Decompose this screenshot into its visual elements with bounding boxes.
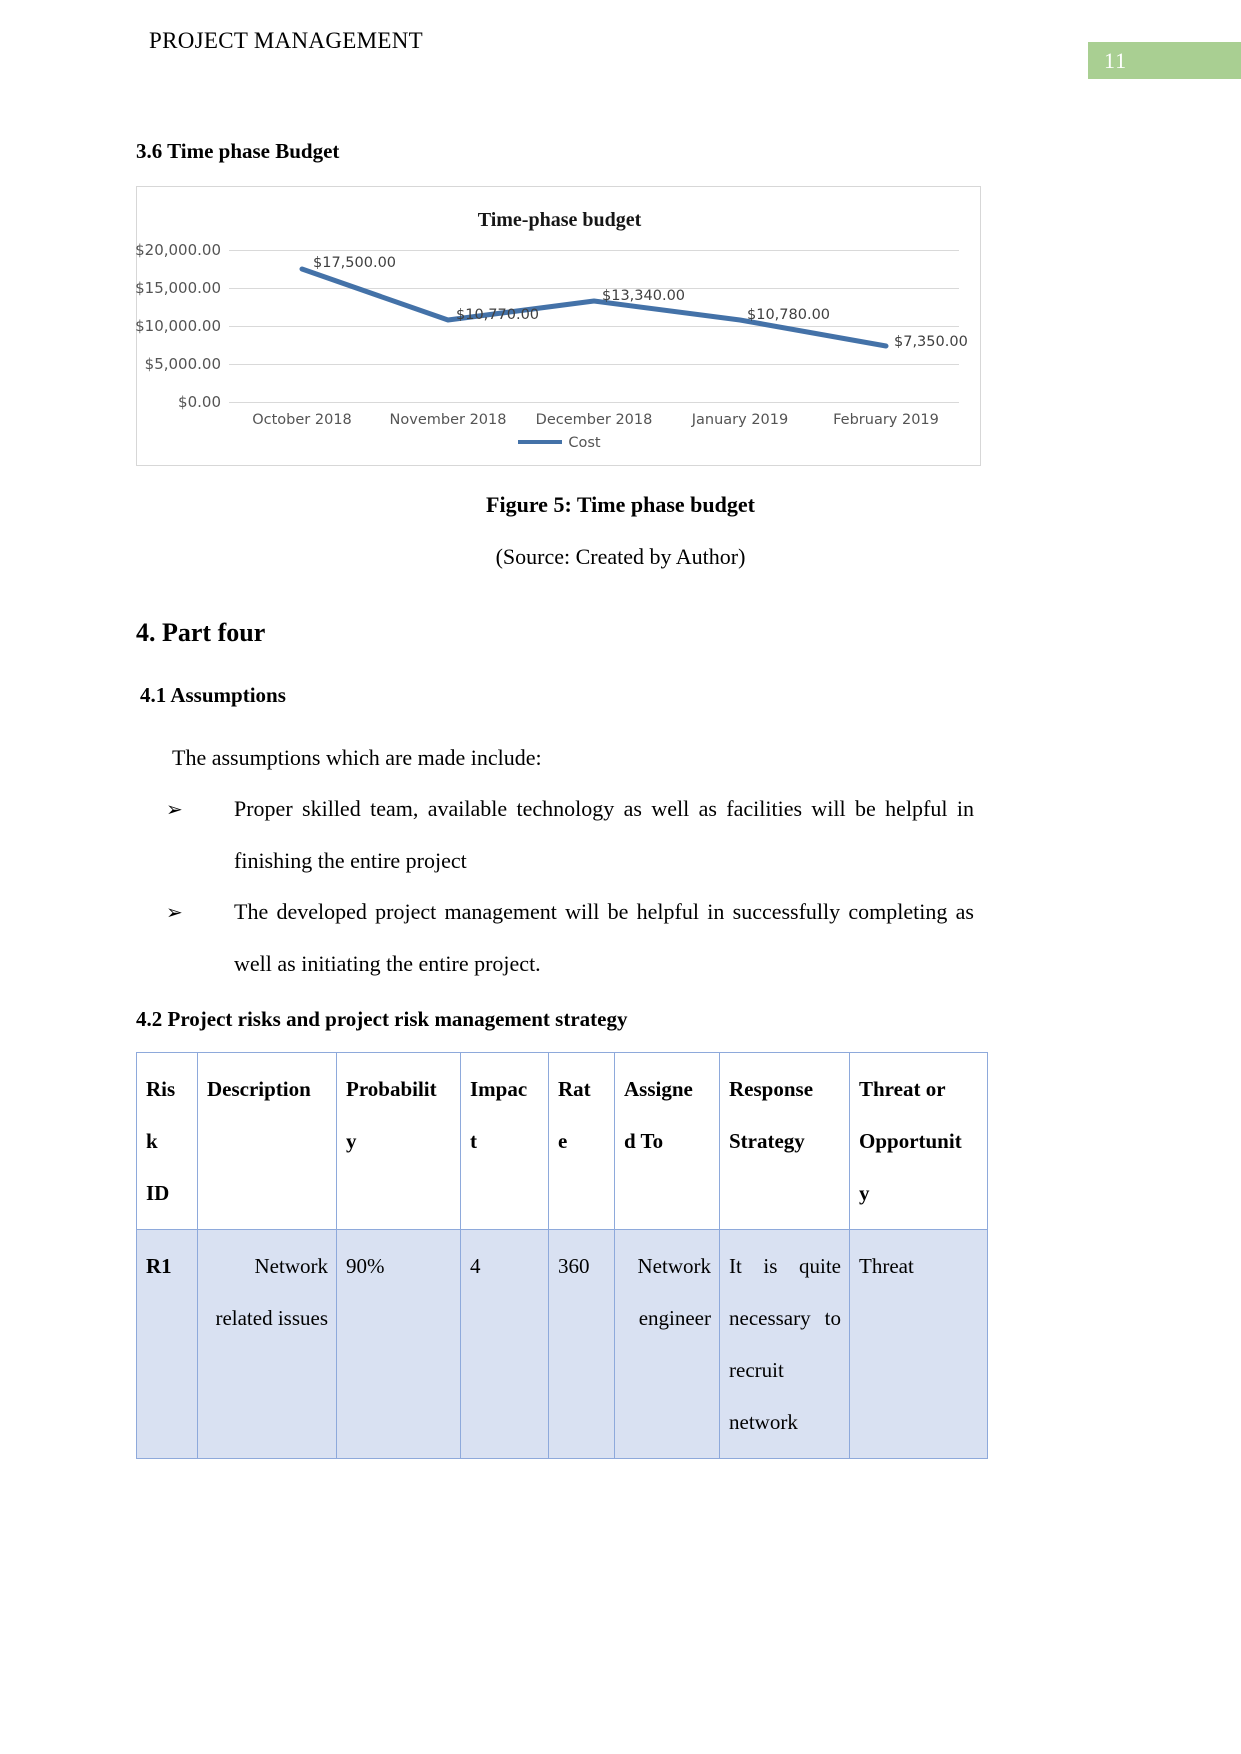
assumptions-intro-paragraph: The assumptions which are made include: <box>172 745 542 770</box>
figure-source-note: (Source: Created by Author) <box>495 544 746 569</box>
x-axis-tick-3: January 2019 <box>691 412 789 428</box>
cell-description: Network related issues <box>197 1229 337 1459</box>
cell-impact: 4 <box>460 1229 549 1459</box>
cell-rate: 360 <box>548 1229 615 1459</box>
cell-assigned-to: Network engineer <box>614 1229 720 1459</box>
data-label-february-2019: $7,350.00 <box>894 334 968 350</box>
y-axis-tick-10000: $10,000.00 <box>135 317 221 335</box>
chart-legend: Cost <box>137 435 982 451</box>
col-header-assigned-to: Assigne d To <box>614 1052 720 1230</box>
bullet-arrow-icon: ➢ <box>166 797 183 821</box>
legend-label-cost: Cost <box>568 435 601 451</box>
assumption-bullet-2-text: The developed project management will be… <box>234 899 974 976</box>
figure-caption: Figure 5: Time phase budget <box>486 492 755 517</box>
chart-plot-area: $0.00 $5,000.00 $10,000.00 $15,000.00 $2… <box>135 241 968 428</box>
legend-swatch-cost <box>518 440 563 444</box>
project-risk-table: Ris k ID Description Probabilit y Impac … <box>136 1052 988 1459</box>
page-header: PROJECT MANAGEMENT 11 <box>0 28 1241 88</box>
assumption-bullet-1-text: Proper skilled team, available technolog… <box>234 796 974 873</box>
y-axis-tick-15000: $15,000.00 <box>135 279 221 297</box>
col-header-response-strategy: Response Strategy <box>719 1052 850 1230</box>
heading-4-2-project-risks: 4.2 Project risks and project risk manag… <box>136 1007 628 1031</box>
table-header-row: Ris k ID Description Probabilit y Impac … <box>136 1052 988 1230</box>
col-header-impact: Impac t <box>460 1052 549 1230</box>
x-axis-tick-0: October 2018 <box>252 412 352 428</box>
x-axis-tick-4: February 2019 <box>833 412 939 428</box>
col-header-rate: Rat e <box>548 1052 615 1230</box>
x-axis-tick-2: December 2018 <box>535 412 653 428</box>
y-axis-tick-5000: $5,000.00 <box>144 355 221 373</box>
data-label-october-2018: $17,500.00 <box>313 255 397 271</box>
heading-4-part-four: 4. Part four <box>136 618 266 647</box>
heading-3-6-time-phase-budget: 3.6 Time phase Budget <box>136 139 340 163</box>
gridline-0: $0.00 <box>178 393 959 411</box>
col-header-probability: Probabilit y <box>336 1052 461 1230</box>
bullet-arrow-icon: ➢ <box>166 900 183 924</box>
data-label-november-2018: $10,770.00 <box>456 307 540 323</box>
col-header-threat-or-opportunity: Threat or Opportunit y <box>849 1052 988 1230</box>
page-number-label: 11 <box>1104 48 1128 73</box>
time-phase-budget-chart: Time-phase budget $0.00 $5,000.00 $10,00… <box>135 186 982 466</box>
col-header-description: Description <box>197 1052 337 1230</box>
col-header-risk-id: Ris k ID <box>136 1052 198 1230</box>
cell-risk-id: R1 <box>136 1229 198 1459</box>
data-label-december-2018: $13,340.00 <box>602 288 686 304</box>
heading-4-1-assumptions: 4.1 Assumptions <box>140 683 286 707</box>
x-axis-tick-1: November 2018 <box>389 412 507 428</box>
y-axis-tick-20000: $20,000.00 <box>135 241 221 259</box>
table-row: R1 Network related issues 90% 4 360 Netw… <box>136 1229 988 1459</box>
cell-threat-or-opportunity: Threat <box>849 1229 988 1459</box>
document-running-title: PROJECT MANAGEMENT <box>149 28 423 53</box>
cost-series-line <box>299 266 889 349</box>
page-number-badge: 11 <box>1088 42 1241 79</box>
chart-title: Time-phase budget <box>477 209 642 231</box>
cell-response-strategy: It is quite necessary to recruit network <box>719 1229 850 1459</box>
data-label-january-2019: $10,780.00 <box>747 307 831 323</box>
y-axis-tick-0: $0.00 <box>178 393 221 411</box>
cell-probability: 90% <box>336 1229 461 1459</box>
